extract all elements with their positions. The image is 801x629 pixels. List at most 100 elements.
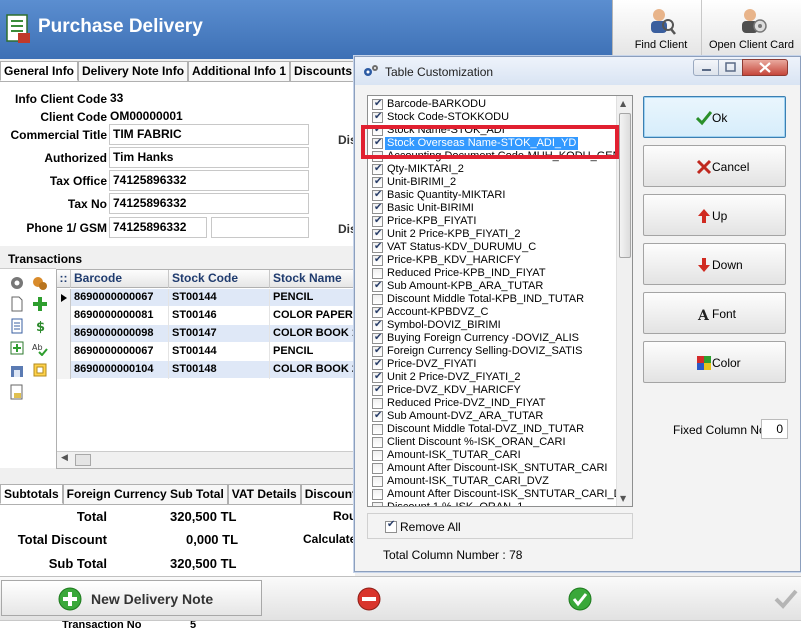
column-list-item[interactable]: Reduced Price-KPB_IND_FIYAT [372, 267, 622, 280]
tax-no-field[interactable]: 74125896332 [109, 193, 309, 214]
ok-button[interactable]: Ok [643, 96, 786, 138]
tab-delivery-note-info[interactable]: Delivery Note Info [78, 61, 189, 81]
column-checkbox[interactable] [372, 357, 383, 370]
column-checkbox[interactable] [372, 305, 383, 318]
dollar-icon[interactable]: $ [32, 318, 48, 334]
tab-subtotals[interactable]: Subtotals [0, 484, 63, 504]
column-checkbox[interactable] [372, 136, 383, 149]
cancel-circle-icon[interactable] [357, 587, 381, 611]
up-button[interactable]: Up [643, 194, 786, 236]
table-row[interactable]: 8690000000067 ST00144 PENCIL [57, 343, 355, 361]
phone-field[interactable]: 74125896332 [109, 217, 207, 238]
spellcheck-icon[interactable]: Ab [32, 340, 48, 356]
column-list-item[interactable]: Price-DVZ_FIYATI [372, 357, 622, 371]
column-checkbox[interactable] [372, 175, 383, 188]
column-list-item[interactable]: Price-DVZ_KDV_HARICFY [372, 383, 622, 397]
row-selector[interactable] [57, 343, 71, 361]
table-row[interactable]: 8690000000081 ST00146 COLOR PAPER ( [57, 307, 355, 325]
column-list-item[interactable]: Discount Middle Total-DVZ_IND_TUTAR [372, 423, 622, 436]
column-checkbox[interactable] [372, 162, 383, 175]
column-list-item[interactable]: Basic Unit-BIRIMI [372, 201, 622, 215]
column-list-item[interactable]: Price-KPB_FIYATI [372, 214, 622, 228]
column-list-item[interactable]: Amount-ISK_TUTAR_CARI [372, 449, 622, 462]
row-selector[interactable] [57, 307, 71, 325]
column-checkbox[interactable] [372, 151, 383, 162]
column-list-item[interactable]: Unit 2 Price-DVZ_FIYATI_2 [372, 370, 622, 384]
remove-all-checkbox[interactable] [385, 519, 397, 533]
scroll-down-icon[interactable]: ▼ [620, 494, 626, 503]
col-barcode[interactable]: Barcode [71, 270, 169, 288]
tab-vat-details[interactable]: VAT Details [227, 484, 301, 504]
tab-discounts[interactable]: Discounts [290, 61, 357, 81]
column-checkbox[interactable] [372, 253, 383, 266]
column-list-item[interactable]: Basic Quantity-MIKTARI [372, 188, 622, 202]
column-checkbox[interactable] [372, 110, 383, 123]
fixed-column-input[interactable] [761, 419, 788, 439]
column-checkbox[interactable] [372, 201, 383, 214]
column-list-item[interactable]: Stock Name-STOK_ADI [372, 123, 622, 137]
column-list-scrollbar[interactable]: ▲ ▼ [616, 96, 632, 506]
column-checkbox[interactable] [372, 318, 383, 331]
table-row[interactable]: 8690000000098 ST00147 COLOR BOOK 1 [57, 325, 355, 343]
minimize-button[interactable] [693, 59, 719, 76]
grid-scroll-thumb[interactable] [75, 454, 91, 466]
column-list-item[interactable]: Client Discount %-ISK_ORAN_CARI [372, 436, 622, 449]
column-list-item[interactable]: Barcode-BARKODU [372, 97, 622, 111]
column-list-item[interactable]: Buying Foreign Currency -DOVIZ_ALIS [372, 331, 622, 345]
scroll-left-icon[interactable]: ◀ [61, 453, 68, 463]
row-selector[interactable] [57, 361, 71, 379]
column-checkbox[interactable] [372, 123, 383, 136]
column-list-item[interactable]: Discount Middle Total-KPB_IND_TUTAR [372, 293, 622, 306]
row-selector[interactable] [57, 325, 71, 343]
column-checkbox[interactable] [372, 331, 383, 344]
new-document-icon[interactable] [9, 296, 25, 312]
column-checkbox[interactable] [372, 240, 383, 253]
grid-horizontal-scrollbar[interactable]: ◀ [57, 451, 355, 468]
column-list-item[interactable]: Account-KPBDVZ_C [372, 305, 622, 319]
tax-office-field[interactable]: 74125896332 [109, 170, 309, 191]
col-stock-code[interactable]: Stock Code [169, 270, 270, 288]
column-checkbox[interactable] [372, 463, 383, 474]
frame-icon[interactable] [32, 362, 48, 378]
column-checkbox[interactable] [372, 398, 383, 409]
column-checkbox[interactable] [372, 294, 383, 305]
column-list-item[interactable]: Stock Code-STOKKODU [372, 110, 622, 124]
column-checkbox[interactable] [372, 227, 383, 240]
color-button[interactable]: Color [643, 341, 786, 383]
approve-check-icon[interactable] [567, 586, 593, 612]
column-checkbox[interactable] [372, 383, 383, 396]
column-checkbox[interactable] [372, 450, 383, 461]
find-client-button[interactable]: Find Client [623, 0, 699, 57]
row-selector[interactable] [57, 289, 71, 307]
scroll-up-icon[interactable]: ▲ [620, 99, 626, 108]
column-checkbox[interactable] [372, 268, 383, 279]
column-list-item[interactable]: Qty-MIKTARI_2 [372, 162, 622, 176]
column-checkbox[interactable] [372, 489, 383, 500]
column-checkbox[interactable] [372, 476, 383, 487]
close-button[interactable] [742, 59, 788, 76]
column-list-item[interactable]: Unit-BIRIMI_2 [372, 175, 622, 189]
column-checkbox[interactable] [372, 409, 383, 422]
column-list-item[interactable]: Price-KPB_KDV_HARICFY [372, 253, 622, 267]
tab-general-info[interactable]: General Info [0, 61, 79, 81]
add-document-icon[interactable] [9, 340, 25, 356]
column-list-scroll-thumb[interactable] [619, 113, 631, 258]
remove-all-label[interactable]: Remove All [400, 520, 461, 534]
report-icon[interactable] [9, 384, 25, 400]
dialog-title-bar[interactable]: Table Customization [355, 57, 800, 85]
table-row[interactable]: 8690000000067 ST00144 PENCIL [57, 289, 355, 307]
column-list-item[interactable]: Discount 1 %-ISK_ORAN_1 [372, 501, 622, 506]
table-row[interactable]: 8690000000104 ST00148 COLOR BOOK 2 [57, 361, 355, 379]
column-list-item[interactable]: Unit 2 Price-KPB_FIYATI_2 [372, 227, 622, 241]
authorized-field[interactable]: Tim Hanks [109, 147, 309, 168]
cancel-button[interactable]: Cancel [643, 145, 786, 187]
grid-corner[interactable]: :: [57, 270, 71, 288]
column-checkbox[interactable] [372, 279, 383, 292]
column-checkbox[interactable] [372, 437, 383, 448]
done-check-icon[interactable] [774, 589, 798, 609]
column-list-item[interactable]: Foreign Currency Selling-DOVIZ_SATIS [372, 344, 622, 358]
settings-gear-icon[interactable] [9, 275, 25, 291]
column-list-item[interactable]: Amount After Discount-ISK_SNTUTAR_CARI [372, 462, 622, 475]
font-button[interactable]: A Font [643, 292, 786, 334]
gears-orange-icon[interactable] [32, 275, 48, 291]
